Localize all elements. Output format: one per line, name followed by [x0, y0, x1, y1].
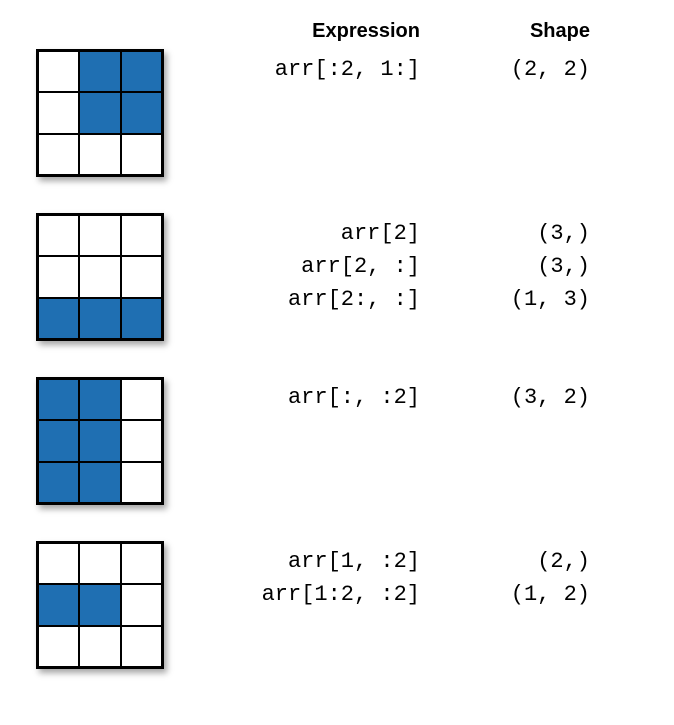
- text-rows: arr[:, :2] (3, 2): [180, 377, 644, 414]
- grid-cell: [38, 379, 79, 420]
- example-block: arr[:2, 1:] (2, 2): [30, 49, 644, 177]
- grid-cell: [79, 215, 120, 256]
- grid-cell: [121, 420, 162, 461]
- table-row: arr[2, :] (3,): [180, 250, 644, 283]
- expression-text: arr[:, :2]: [180, 381, 440, 414]
- table-row: arr[1:2, :2] (1, 2): [180, 578, 644, 611]
- grid-cell: [79, 256, 120, 297]
- expression-text: arr[2, :]: [180, 250, 440, 283]
- shape-text: (3,): [440, 250, 610, 283]
- grid-cell: [38, 256, 79, 297]
- table-row: arr[:, :2] (3, 2): [180, 381, 644, 414]
- header-expression: Expression: [180, 20, 440, 43]
- table-row: arr[2:, :] (1, 3): [180, 283, 644, 316]
- expression-text: arr[2]: [180, 217, 440, 250]
- grid-cell: [121, 215, 162, 256]
- grid-cell: [121, 462, 162, 503]
- grid-cell: [121, 256, 162, 297]
- grid-cell: [79, 51, 120, 92]
- grid-cell: [79, 298, 120, 339]
- slicing-diagram: Expression Shape arr[:2, 1:] (2, 2): [30, 20, 644, 669]
- grid-cell: [38, 92, 79, 133]
- grid-cell: [121, 134, 162, 175]
- grid-cell: [121, 92, 162, 133]
- text-rows: arr[2] (3,) arr[2, :] (3,) arr[2:, :] (1…: [180, 213, 644, 316]
- shape-text: (3,): [440, 217, 610, 250]
- grid-cell: [38, 543, 79, 584]
- grid-cell: [79, 626, 120, 667]
- grid-cell: [38, 584, 79, 625]
- grid-cell: [121, 51, 162, 92]
- grid-cell: [38, 420, 79, 461]
- grid-3x3: [36, 377, 164, 505]
- expression-text: arr[1:2, :2]: [180, 578, 440, 611]
- grid-3x3: [36, 213, 164, 341]
- grid-cell: [38, 462, 79, 503]
- grid-cell: [38, 215, 79, 256]
- shape-text: (1, 3): [440, 283, 610, 316]
- grid-cell: [38, 626, 79, 667]
- shape-text: (2, 2): [440, 53, 610, 86]
- header-shape: Shape: [440, 20, 610, 43]
- table-row: arr[1, :2] (2,): [180, 545, 644, 578]
- text-rows: arr[:2, 1:] (2, 2): [180, 49, 644, 86]
- example-block: arr[1, :2] (2,) arr[1:2, :2] (1, 2): [30, 541, 644, 669]
- shape-text: (1, 2): [440, 578, 610, 611]
- table-row: arr[2] (3,): [180, 217, 644, 250]
- expression-text: arr[2:, :]: [180, 283, 440, 316]
- grid-cell: [121, 626, 162, 667]
- grid-cell: [121, 298, 162, 339]
- grid-3x3: [36, 541, 164, 669]
- example-block: arr[:, :2] (3, 2): [30, 377, 644, 505]
- shape-text: (2,): [440, 545, 610, 578]
- grid-cell: [121, 379, 162, 420]
- grid-cell: [79, 92, 120, 133]
- grid-cell: [121, 543, 162, 584]
- grid-cell: [38, 134, 79, 175]
- expression-text: arr[1, :2]: [180, 545, 440, 578]
- grid-cell: [38, 298, 79, 339]
- grid-cell: [79, 543, 120, 584]
- example-block: arr[2] (3,) arr[2, :] (3,) arr[2:, :] (1…: [30, 213, 644, 341]
- grid-cell: [121, 584, 162, 625]
- grid-3x3: [36, 49, 164, 177]
- header-row: Expression Shape: [30, 20, 644, 43]
- grid-cell: [79, 134, 120, 175]
- grid-cell: [79, 379, 120, 420]
- grid-cell: [79, 462, 120, 503]
- grid-cell: [38, 51, 79, 92]
- shape-text: (3, 2): [440, 381, 610, 414]
- grid-cell: [79, 420, 120, 461]
- table-row: arr[:2, 1:] (2, 2): [180, 53, 644, 86]
- text-rows: arr[1, :2] (2,) arr[1:2, :2] (1, 2): [180, 541, 644, 611]
- grid-cell: [79, 584, 120, 625]
- expression-text: arr[:2, 1:]: [180, 53, 440, 86]
